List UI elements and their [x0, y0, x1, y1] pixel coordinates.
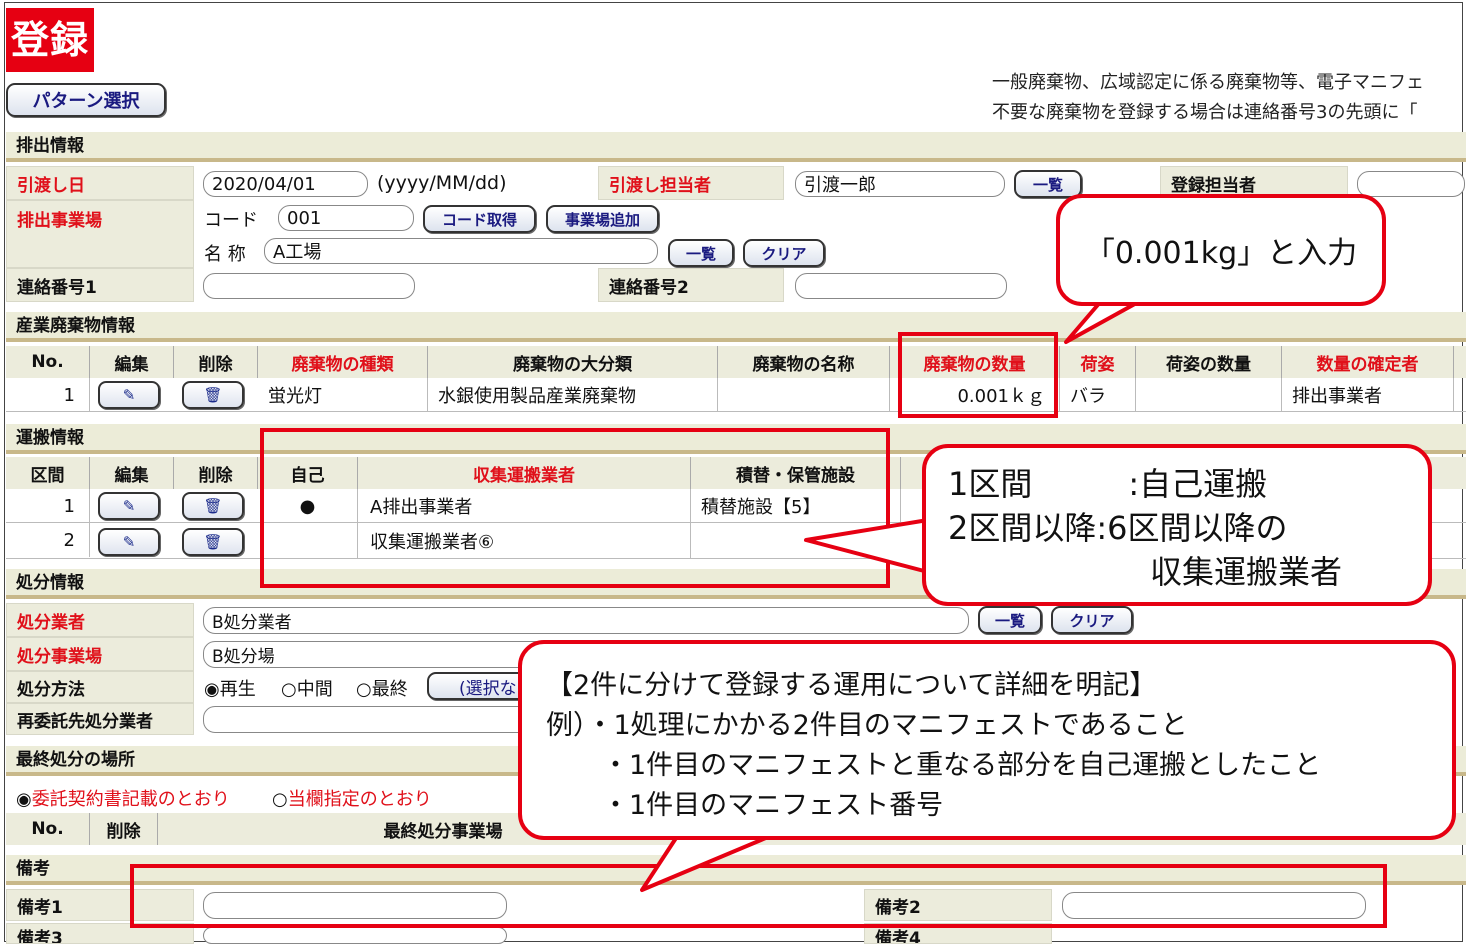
quantity-callout: 「0.001kg」と入力	[1056, 194, 1386, 306]
transport-callout-line3: 収集運搬業者	[1150, 553, 1343, 591]
remarks-callout: 【2件に分けて登録する運用について詳細を明記】 例）・1処理にかかる2件目のマニ…	[518, 640, 1456, 840]
remarks-callout-line4: ・1件目のマニフェスト番号	[602, 790, 944, 821]
remarks-callout-line2: 例）・1処理にかかる2件目のマニフェストであること	[546, 710, 1188, 741]
transport-callout-line1: 1区間 :自己運搬	[948, 465, 1268, 503]
remarks-callout-line3: ・1件目のマニフェストと重なる部分を自己運搬としたこと	[602, 750, 1322, 781]
transport-callout: 1区間 :自己運搬 2区間以降:6区間以降の 収集運搬業者	[922, 444, 1432, 606]
remarks-callout-line1: 【2件に分けて登録する運用について詳細を明記】	[546, 670, 1157, 701]
transport-callout-line2: 2区間以降:6区間以降の	[948, 509, 1288, 547]
